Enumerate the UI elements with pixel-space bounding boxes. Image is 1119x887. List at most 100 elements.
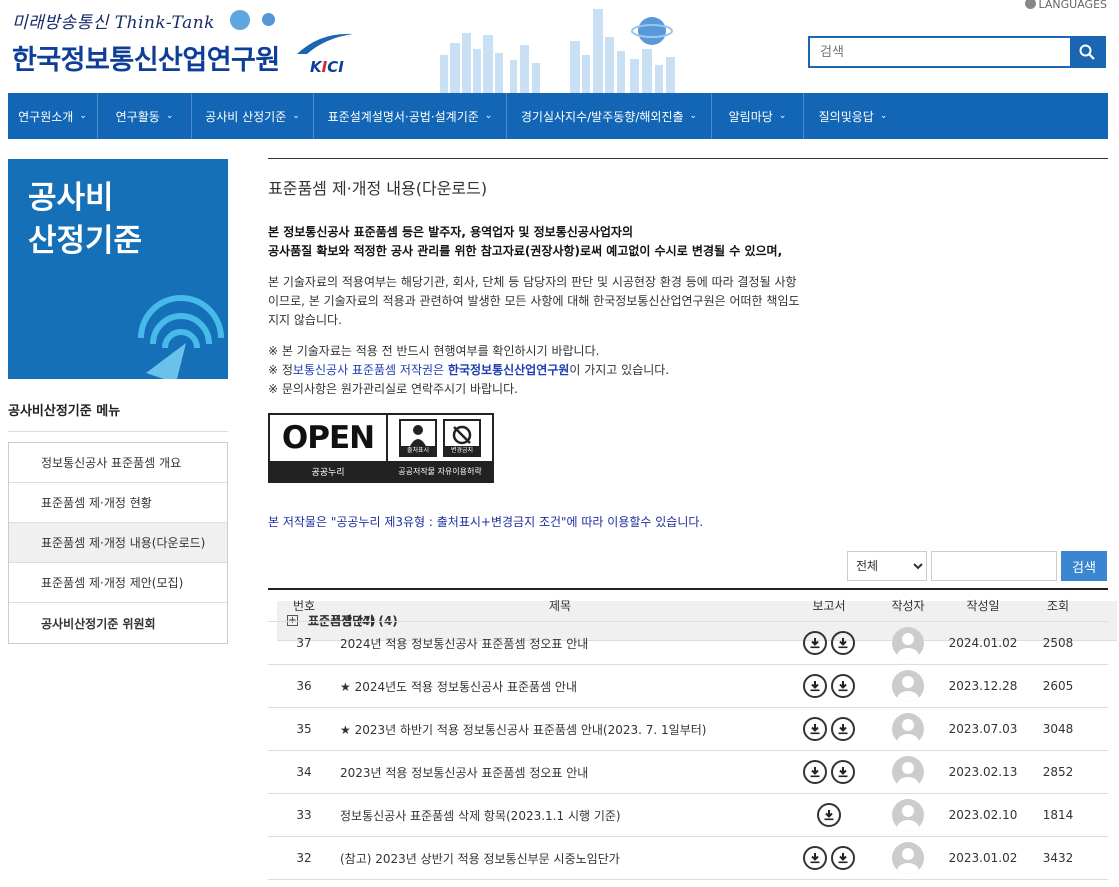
row-views: 3048 [1042, 722, 1074, 736]
download-icon[interactable] [803, 674, 827, 698]
open-license-badge[interactable]: OPEN 공공누리 출처표시 변경금지 공공저작물 자유이용허락 [268, 413, 494, 483]
row-report [780, 803, 878, 827]
notes: ※ 본 기술자료는 적용 전 반드시 현행여부를 확인하시기 바랍니다. ※ 정… [268, 344, 670, 396]
sidebar-item-revision-download[interactable]: 표준품셈 제·개정 내용(다운로드) [9, 523, 227, 563]
row-views: 2852 [1042, 765, 1074, 779]
chevron-down-icon: ⌄ [79, 111, 87, 121]
nav-cost-standard[interactable]: 공사비 산정기준 ⌄ [192, 93, 314, 139]
row-author [878, 670, 938, 702]
chevron-down-icon: ⌄ [484, 111, 493, 121]
row-date: 2023.12.28 [948, 679, 1018, 693]
row-report [780, 674, 878, 698]
languages-link[interactable]: LANGUAGES [1024, 0, 1107, 11]
row-views: 3432 [1042, 851, 1074, 865]
license-text: 본 저작물은 "공공누리 제3유형 : 출처표시+변경금지 조건"에 따라 이용… [268, 515, 704, 529]
row-date: 2023.02.10 [948, 808, 1018, 822]
download-icon[interactable] [831, 846, 855, 870]
search-input[interactable] [810, 38, 1070, 66]
chevron-down-icon: ⌄ [165, 111, 174, 121]
avatar [892, 713, 924, 745]
avatar [892, 799, 924, 831]
board-search-input[interactable] [931, 551, 1057, 581]
chevron-down-icon: ⌄ [879, 111, 888, 121]
row-date: 2023.01.02 [948, 851, 1018, 865]
row-date: 2024.01.02 [948, 636, 1018, 650]
sidebar-item-overview[interactable]: 정보통신공사 표준품셈 개요 [9, 443, 227, 483]
download-icon[interactable] [831, 760, 855, 784]
row-title-link[interactable]: 2023년 적용 정보통신공사 표준품셈 정오표 안내 [340, 764, 780, 781]
row-title-link[interactable]: ★ 2023년 하반기 적용 정보통신공사 표준품셈 안내(2023. 7. 1… [340, 721, 780, 738]
download-icon[interactable] [817, 803, 841, 827]
row-title-link[interactable]: 정보통신공사 표준품셈 삭제 항목(2023.1.1 시행 기준) [340, 807, 780, 824]
page-title: 표준품셈 제·개정 내용(다운로드) [268, 158, 1108, 210]
search-scope-select[interactable]: 전체 [847, 551, 927, 581]
row-views: 1814 [1042, 808, 1074, 822]
row-report [780, 760, 878, 784]
post-table: 번호 제목 보고서 작성자 작성일 조회 37 2024년 적용 정보통신공사 표… [268, 588, 1108, 880]
header-search [808, 36, 1106, 68]
row-report [780, 717, 878, 741]
site-logo[interactable]: 한국정보통신산업연구원 [12, 38, 280, 77]
main-nav: 연구원소개 ⌄ 연구활동 ⌄ 공사비 산정기준 ⌄ 표준설계설명서·공법·설계기준 ⌄ … [8, 93, 1108, 139]
sidebar-banner: 공사비 산정기준 [8, 159, 228, 379]
chevron-down-icon: ⌄ [778, 111, 787, 121]
row-views: 2508 [1042, 636, 1074, 650]
sidebar-item-revision-status[interactable]: 표준품셈 제·개정 현황 [9, 483, 227, 523]
avatar [892, 842, 924, 874]
chevron-down-icon: ⌄ [292, 111, 300, 121]
avatar [892, 756, 924, 788]
banner-swirl-icon [138, 295, 224, 379]
row-views: 2605 [1042, 679, 1074, 693]
row-author [878, 756, 938, 788]
download-icon[interactable] [831, 674, 855, 698]
download-icon[interactable] [831, 717, 855, 741]
nav-economic-survey[interactable]: 경기실사지수/발주동향/해외진출 ⌄ [507, 93, 712, 139]
row-number: 37 [296, 636, 312, 650]
table-row: 36 ★ 2024년도 적용 정보통신공사 표준품셈 안내 2023.12.28 26… [268, 665, 1108, 708]
row-number: 35 [296, 722, 312, 736]
download-icon[interactable] [803, 846, 827, 870]
nav-research[interactable]: 연구활동 ⌄ [98, 93, 192, 139]
row-number: 33 [296, 808, 312, 822]
board-search-button[interactable]: 검색 [1061, 551, 1107, 581]
sidebar-item-committee[interactable]: 공사비산정기준 위원회 [9, 603, 227, 643]
table-row: 34 2023년 적용 정보통신공사 표준품셈 정오표 안내 2023.02.13 2… [268, 751, 1108, 794]
download-icon[interactable] [803, 631, 827, 655]
slogan: 미래방송통신 Think-Tank [12, 13, 215, 33]
avatar [892, 627, 924, 659]
chevron-down-icon: ⌄ [689, 111, 698, 121]
nav-notice[interactable]: 알림마당 ⌄ [712, 93, 804, 139]
no-derivatives-icon: 변경금지 [443, 419, 481, 457]
logo-english: KICI [310, 58, 344, 76]
row-title-link[interactable]: ★ 2024년도 적용 정보통신공사 표준품셈 안내 [340, 678, 780, 695]
attribution-icon: 출처표시 [399, 419, 437, 457]
row-date: 2023.02.13 [948, 765, 1018, 779]
row-title-link[interactable]: 2024년 적용 정보통신공사 표준품셈 정오표 안내 [340, 635, 780, 652]
logo-swoosh-icon [297, 33, 353, 54]
open-label: OPEN [281, 420, 375, 456]
table-row: 32 (참고) 2023년 상반기 적용 정보통신부문 시중노임단가 2023.01… [268, 837, 1108, 880]
search-button[interactable] [1070, 38, 1104, 66]
download-icon[interactable] [803, 717, 827, 741]
download-icon[interactable] [803, 760, 827, 784]
site-header: 미래방송통신 Think-Tank 한국정보통신산업연구원 KICI LANGU… [0, 0, 1119, 93]
row-author [878, 713, 938, 745]
board-search: 전체 검색 [847, 551, 1107, 581]
row-title-link[interactable]: (참고) 2023년 상반기 적용 정보통신부문 시중노임단가 [340, 850, 780, 867]
row-author [878, 627, 938, 659]
row-report [780, 631, 878, 655]
sidebar-menu: − 표준품셈 (4) 정보통신공사 표준품셈 개요 표준품셈 제·개정 현황 표준… [8, 442, 1117, 644]
row-report [780, 846, 878, 870]
sidebar-item-revision-proposal[interactable]: 표준품셈 제·개정 제안(모집) [9, 563, 227, 603]
main-content: 표준품셈 제·개정 내용(다운로드) 본 정보통신공사 표준품셈 등은 발주자,… [268, 158, 1108, 880]
row-number: 36 [296, 679, 312, 693]
table-row: 37 2024년 적용 정보통신공사 표준품셈 정오표 안내 2024.01.02 2… [268, 622, 1108, 665]
nav-design-standard[interactable]: 표준설계설명서·공법·설계기준 ⌄ [314, 93, 507, 139]
table-row: 33 정보통신공사 표준품셈 삭제 항목(2023.1.1 시행 기준) 2023.… [268, 794, 1108, 837]
nav-about[interactable]: 연구원소개 ⌄ [8, 93, 98, 139]
bold-notice: 본 정보통신공사 표준품셈 등은 발주자, 용역업자 및 정보통신공사업자의 공… [268, 225, 783, 258]
globe-icon [1024, 0, 1036, 9]
nav-qna[interactable]: 질의및응답 ⌄ [804, 93, 902, 139]
download-icon[interactable] [831, 631, 855, 655]
row-author [878, 842, 938, 874]
